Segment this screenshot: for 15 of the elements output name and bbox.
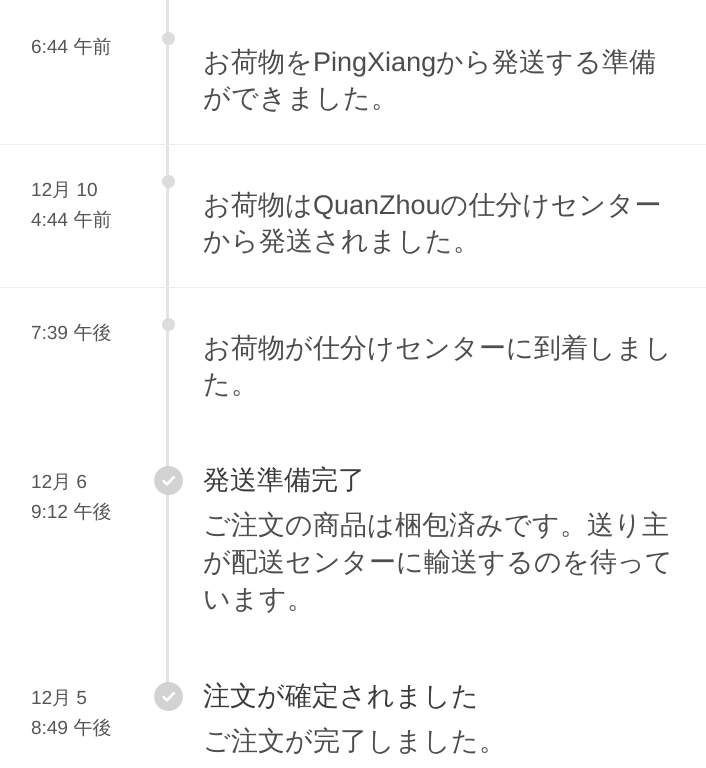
time-label: 9:12 午後 bbox=[31, 501, 112, 525]
event-description: お荷物はQuanZhouの仕分けセンターから発送されました。 bbox=[203, 189, 663, 258]
event-description: お荷物をPingXiangから発送する準備ができました。 bbox=[203, 46, 658, 115]
event-description: ご注文が完了しました。 bbox=[203, 725, 507, 758]
date-label: 12月 6 bbox=[31, 471, 88, 495]
date-label: 12月 10 bbox=[31, 179, 99, 203]
event-description: お荷物が仕分けセンターに到着しました。 bbox=[203, 332, 673, 401]
time-label: 6:44 午前 bbox=[31, 36, 112, 60]
date-label: 12月 5 bbox=[31, 687, 88, 711]
event-title: 発送準備完了 bbox=[203, 464, 366, 497]
time-label: 7:39 午後 bbox=[31, 322, 112, 346]
time-label: 4:44 午前 bbox=[31, 209, 112, 233]
time-label: 8:49 午後 bbox=[31, 717, 112, 741]
event-title: 注文が確定されました bbox=[203, 680, 480, 713]
event-description: ご注文の商品は梱包済みです。送り主が配送センターに輸送するのを待っています。 bbox=[203, 509, 674, 616]
